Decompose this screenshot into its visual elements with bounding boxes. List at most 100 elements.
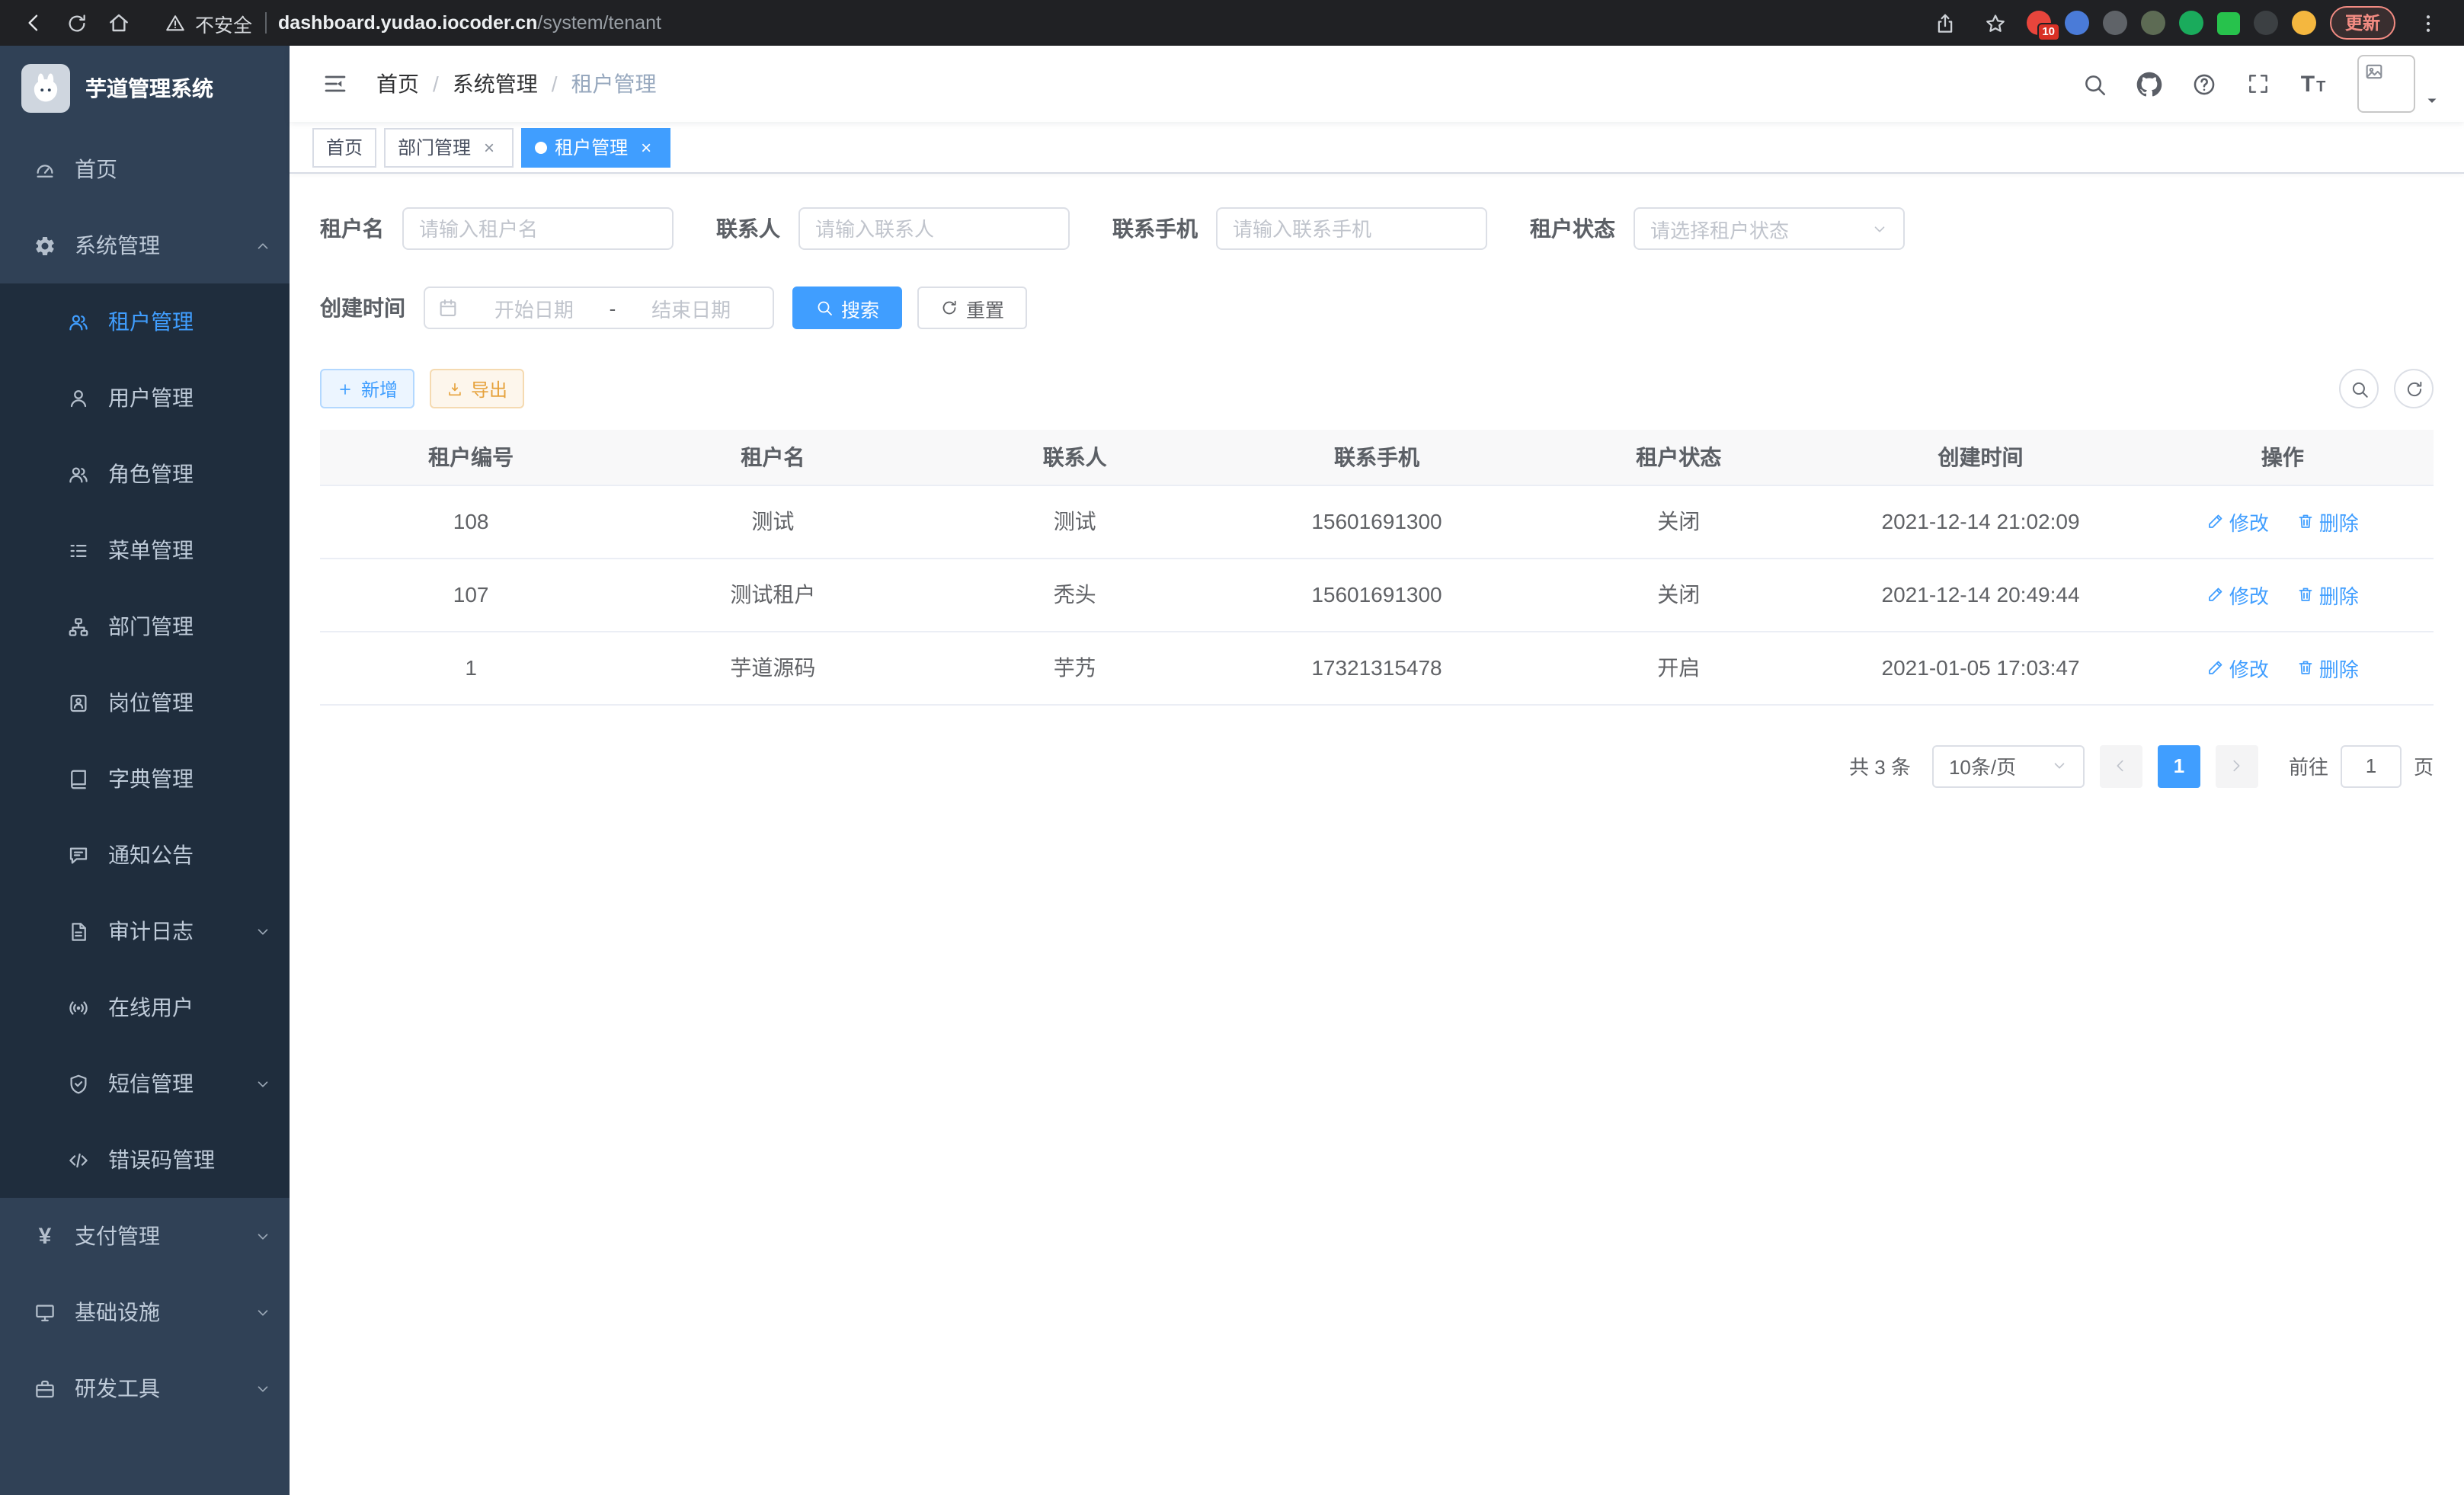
sidebar-item-infrastructure[interactable]: 基础设施 (0, 1274, 290, 1350)
sidebar-item-error-code[interactable]: 错误码管理 (0, 1122, 290, 1198)
sidebar-item-user[interactable]: 用户管理 (0, 360, 290, 436)
extension-icon-2[interactable] (2065, 11, 2089, 35)
browser-reload-button[interactable] (58, 5, 94, 41)
page-size-select[interactable]: 10条/页 (1932, 744, 2085, 787)
breadcrumb-home[interactable]: 首页 (376, 69, 419, 99)
cell-tenant-name: 芋道源码 (622, 631, 923, 704)
extension-icon-1[interactable]: 10 (2027, 11, 2051, 35)
question-icon (2190, 71, 2216, 97)
sidebar-item-payment[interactable]: ¥ 支付管理 (0, 1198, 290, 1274)
profile-avatar[interactable] (2292, 11, 2316, 35)
sidebar-item-notice[interactable]: 通知公告 (0, 817, 290, 893)
delete-button[interactable]: 删除 (2296, 580, 2359, 609)
extension-icon-5[interactable] (2179, 11, 2203, 35)
browser-menu-button[interactable] (2409, 5, 2446, 41)
goto-page-input[interactable] (2341, 744, 2402, 787)
edit-icon (2206, 658, 2225, 677)
delete-button[interactable]: 删除 (2296, 653, 2359, 682)
org-tree-icon (67, 615, 90, 638)
sidebar-item-home[interactable]: 首页 (0, 131, 290, 207)
header-search-button[interactable] (2071, 61, 2117, 107)
sidebar-toggle-button[interactable] (312, 61, 358, 107)
breadcrumb-system[interactable]: 系统管理 (453, 69, 538, 99)
tab-tenant[interactable]: 租户管理 × (521, 127, 670, 167)
fullscreen-button[interactable] (2235, 61, 2281, 107)
sidebar-item-tenant[interactable]: 租户管理 (0, 283, 290, 360)
next-page-button[interactable] (2216, 744, 2258, 787)
sidebar-item-system[interactable]: 系统管理 (0, 207, 290, 283)
browser-home-button[interactable] (101, 5, 137, 41)
sidebar-item-sms[interactable]: 短信管理 (0, 1045, 290, 1122)
security-chip[interactable]: 不安全 (165, 8, 252, 37)
address-bar[interactable]: 不安全 dashboard.yudao.iocoder.cn/system/te… (143, 8, 1920, 37)
edit-button[interactable]: 修改 (2206, 507, 2269, 536)
infrastructure-monitor-icon (34, 1301, 56, 1324)
add-button[interactable]: 新增 (320, 369, 414, 408)
contact-input[interactable] (798, 207, 1070, 250)
sidebar-item-post[interactable]: 岗位管理 (0, 664, 290, 741)
url-path: /system/tenant (537, 12, 661, 34)
filter-tenant-name: 租户名 (320, 207, 674, 250)
extension-icon-7[interactable] (2254, 11, 2278, 35)
chevron-down-icon (1871, 220, 1888, 237)
hamburger-icon (322, 70, 349, 98)
table-toolbar: 新增 导出 (320, 369, 2434, 408)
col-created-at: 创建时间 (1829, 430, 2131, 485)
menu-list-icon (67, 539, 90, 562)
bookmark-star-button[interactable] (1976, 5, 2013, 41)
extension-icon-3[interactable] (2103, 11, 2127, 35)
navbar: 首页 / 系统管理 / 租户管理 TT (290, 46, 2464, 122)
browser-chrome: 不安全 dashboard.yudao.iocoder.cn/system/te… (0, 0, 2464, 46)
export-button[interactable]: 导出 (430, 369, 524, 408)
delete-button[interactable]: 删除 (2296, 507, 2359, 536)
prev-page-button[interactable] (2100, 744, 2142, 787)
share-button[interactable] (1926, 5, 1963, 41)
github-link-button[interactable] (2126, 61, 2171, 107)
browser-back-button[interactable] (15, 5, 52, 41)
error-code-icon (67, 1148, 90, 1171)
browser-update-button[interactable]: 更新 (2330, 6, 2395, 40)
app-logo-row[interactable]: 芋道管理系统 (0, 46, 290, 131)
col-tenant-name: 租户名 (622, 430, 923, 485)
phone-label: 联系手机 (1112, 213, 1198, 244)
status-select[interactable]: 请选择租户状态 (1634, 207, 1905, 250)
reset-button[interactable]: 重置 (917, 287, 1027, 329)
active-dot (535, 141, 547, 153)
phone-input[interactable] (1216, 207, 1487, 250)
sidebar-item-dept[interactable]: 部门管理 (0, 588, 290, 664)
date-separator: - (610, 296, 616, 319)
edit-button[interactable]: 修改 (2206, 580, 2269, 609)
create-time-range-picker[interactable]: 开始日期 - 结束日期 (424, 287, 774, 329)
extension-icon-4[interactable] (2141, 11, 2165, 35)
sidebar-item-audit-log[interactable]: 审计日志 (0, 893, 290, 969)
close-icon[interactable]: × (635, 136, 657, 158)
col-actions: 操作 (2132, 430, 2434, 485)
refresh-table-button[interactable] (2394, 369, 2434, 408)
tenant-users-icon (67, 310, 90, 333)
sidebar-item-role[interactable]: 角色管理 (0, 436, 290, 512)
toggle-search-button[interactable] (2339, 369, 2379, 408)
broken-image-icon (2363, 61, 2385, 82)
dashboard-icon (34, 158, 56, 181)
font-size-button[interactable]: TT (2290, 61, 2336, 107)
edit-button[interactable]: 修改 (2206, 653, 2269, 682)
page-number-button[interactable]: 1 (2158, 744, 2200, 787)
sidebar-item-menu[interactable]: 菜单管理 (0, 512, 290, 588)
search-icon (2349, 379, 2369, 399)
search-button[interactable]: 搜索 (792, 287, 902, 329)
sidebar-item-devtools[interactable]: 研发工具 (0, 1350, 290, 1426)
tab-dept[interactable]: 部门管理 × (384, 127, 514, 167)
cell-tenant-name: 测试 (622, 485, 923, 558)
close-icon[interactable]: × (478, 136, 500, 158)
user-menu[interactable] (2357, 55, 2441, 113)
goto-prefix: 前往 (2289, 751, 2328, 780)
cell-contact: 芋艿 (924, 631, 1226, 704)
sidebar-item-online-users[interactable]: 在线用户 (0, 969, 290, 1045)
toolbar-right (2339, 369, 2434, 408)
docs-help-button[interactable] (2181, 61, 2226, 107)
sidebar-item-dict[interactable]: 字典管理 (0, 741, 290, 817)
tab-home[interactable]: 首页 (312, 127, 376, 167)
caret-down-icon (2423, 91, 2441, 110)
tenant-name-input[interactable] (402, 207, 674, 250)
extension-icon-6[interactable] (2217, 11, 2240, 34)
